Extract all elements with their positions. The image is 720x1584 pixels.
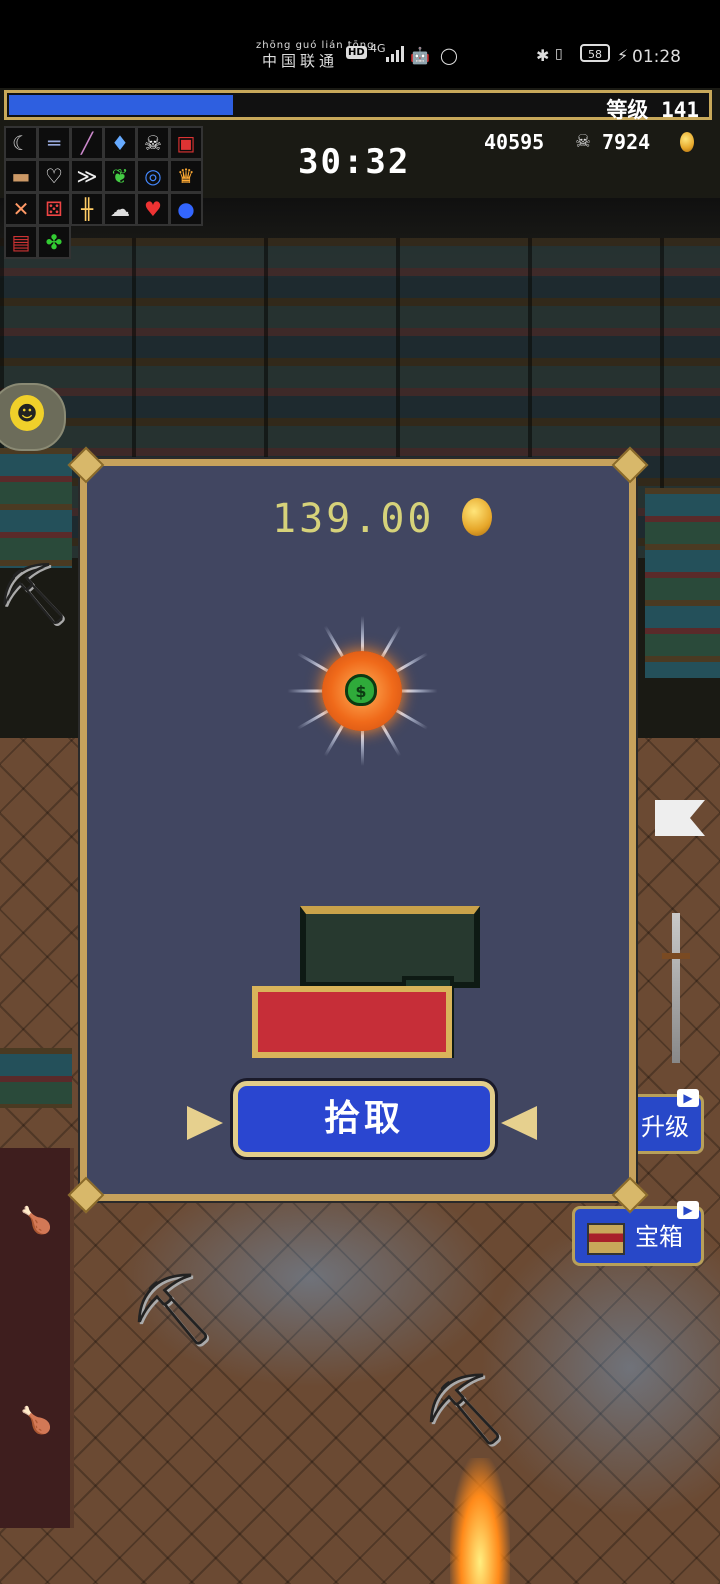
red-carpet xyxy=(0,1148,74,1528)
floor-chicken-icon[interactable]: 🍗 xyxy=(20,1406,52,1436)
upgrade-button[interactable]: 升级 ▶ xyxy=(628,1089,704,1154)
app-notification-icon: 🤖 xyxy=(410,46,430,65)
sync-icon: ◯ xyxy=(440,46,458,65)
face-icon: ☻ xyxy=(10,395,44,431)
candelabra-icon: ╫ xyxy=(70,192,104,226)
tome-icon: ▣ xyxy=(169,126,203,160)
chest-label: 宝箱 xyxy=(635,1223,683,1251)
wings-icon: ≫ xyxy=(70,159,104,193)
chest-button[interactable]: 宝箱 ▶ xyxy=(572,1201,704,1266)
side-menu-button[interactable]: ☻ xyxy=(0,383,66,451)
clover-icon: ✤ xyxy=(37,225,71,259)
sword-projectile xyxy=(662,913,690,1063)
survival-timer: 30:32 xyxy=(298,142,411,182)
pickaxe-enemy: ⛏ xyxy=(128,1268,217,1350)
hd-badge: HD xyxy=(346,46,367,59)
bluetooth-icon: ✱ xyxy=(536,46,550,65)
bookshelf-left xyxy=(0,448,72,568)
pickaxe-enemy-3: ⛏ xyxy=(0,559,72,629)
kill-count: 40595 xyxy=(484,130,545,154)
crossed-swords-icon: ✕ xyxy=(4,192,38,226)
chest-icon xyxy=(587,1223,625,1255)
crown-icon: ♛ xyxy=(169,159,203,193)
experience-bar: 等级 141 xyxy=(4,90,712,122)
experience-fill xyxy=(9,95,233,115)
money-bag-icon: $ xyxy=(345,674,377,706)
upgrade-label: 升级 xyxy=(641,1113,689,1141)
video-ad-icon: ▶ xyxy=(677,1089,699,1107)
clock: 01:28 xyxy=(632,47,681,67)
heart-icon: ♥ xyxy=(136,192,170,226)
orb-icon: ● xyxy=(169,192,203,226)
bookshelf-left-lower xyxy=(0,1048,72,1108)
feather-icon: ❦ xyxy=(103,159,137,193)
clouds-icon: ☁ xyxy=(103,192,137,226)
carrier-name: 中国联通 xyxy=(262,52,339,70)
status-bar: zhōng guó lián tōng 中国联通 HD 4G 🤖 ◯ ✱ ▯ 5… xyxy=(0,0,720,88)
skull-icon: ☠ xyxy=(575,131,592,152)
wand-icon: ╱ xyxy=(70,126,104,160)
gold-coin-icon xyxy=(680,132,694,152)
network-type: 4G xyxy=(370,42,386,55)
arrow-left-icon xyxy=(501,1106,537,1140)
dice-icon: ⚄ xyxy=(37,192,71,226)
reward-amount: 139.00 xyxy=(272,496,435,542)
gold-count: 7924 xyxy=(602,130,651,154)
level-label: 等级 141 xyxy=(606,98,699,122)
potion-icon: ♦ xyxy=(103,126,137,160)
bread-icon: ▬ xyxy=(4,159,38,193)
pickaxe-enemy-2: ⛏ xyxy=(420,1368,509,1450)
arrow-right-icon xyxy=(187,1106,223,1140)
fire-effect xyxy=(450,1458,510,1584)
chest-body xyxy=(252,986,452,1058)
video-ad-icon: ▶ xyxy=(677,1201,699,1219)
heart-outline-icon: ♡ xyxy=(37,159,71,193)
signal-icon xyxy=(386,46,406,62)
armor-icon: ▤ xyxy=(4,225,38,259)
floor-chicken-icon[interactable]: 🍗 xyxy=(20,1206,52,1236)
knife-icon: ═ xyxy=(37,126,71,160)
pickup-button[interactable]: 拾取 xyxy=(233,1081,495,1157)
charging-icon: ⚡ xyxy=(617,46,629,65)
treasure-chest xyxy=(252,906,482,1061)
treasure-dialog: 139.00 $ 拾取 xyxy=(67,446,649,1214)
gold-coin-icon xyxy=(462,498,492,536)
battery-indicator: 58 xyxy=(580,44,610,62)
whip-icon: ☾ xyxy=(4,126,38,160)
skull-icon: ☠ xyxy=(136,126,170,160)
ring-icon: ◎ xyxy=(136,159,170,193)
vibrate-icon: ▯ xyxy=(555,46,563,62)
bookshelf-right xyxy=(645,488,720,678)
